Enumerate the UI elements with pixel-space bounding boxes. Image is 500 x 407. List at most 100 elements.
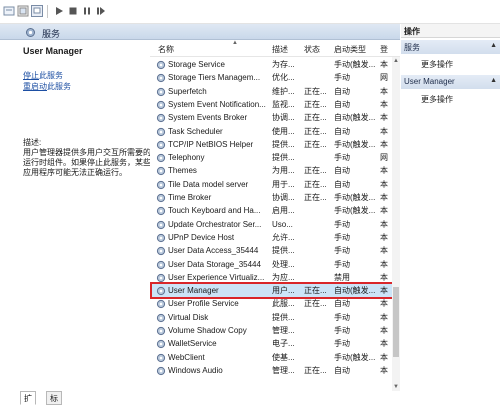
collapse-arrow-icon[interactable]: ▲ <box>490 42 497 49</box>
column-header-name[interactable]: 名称 <box>158 44 174 55</box>
service-description: 为用... <box>272 166 295 176</box>
service-startup-type: 手动(触发... <box>334 139 376 149</box>
actions-section-services[interactable]: 服务 ▲ <box>401 40 500 54</box>
service-logon: 网 <box>380 73 388 83</box>
header-divider <box>150 56 400 57</box>
service-startup-type: 手动 <box>334 219 350 229</box>
table-row[interactable]: Time Broker 协调... 正在... 手动(触发... 本 <box>152 191 392 204</box>
table-row[interactable]: Storage Tiers Managem... 优化... 手动 网 <box>152 71 392 84</box>
table-row[interactable]: Storage Service 为存... 手动(触发... 本 <box>152 58 392 71</box>
table-row[interactable]: Superfetch 维护... 正在... 自动 本 <box>152 85 392 98</box>
service-gear-icon <box>156 113 166 123</box>
table-row[interactable]: Windows Audio 管理... 正在... 自动 本 <box>152 364 392 377</box>
service-name: Themes <box>168 166 197 176</box>
service-description: 允许... <box>272 232 295 242</box>
help-icon[interactable] <box>31 5 43 17</box>
column-header-logon[interactable]: 登 <box>380 44 388 55</box>
service-startup-type: 自动 <box>334 299 350 309</box>
service-logon: 本 <box>380 365 388 375</box>
service-name: Storage Service <box>168 60 225 69</box>
table-row[interactable]: Task Scheduler 使用... 正在... 自动 本 <box>152 125 392 138</box>
service-description: 启用... <box>272 206 295 216</box>
service-gear-icon <box>156 299 166 309</box>
service-description: 管理... <box>272 326 295 335</box>
stop-link-text[interactable]: 停止 <box>23 71 39 80</box>
table-row[interactable]: UPnP Device Host 允许... 手动 本 <box>152 231 392 244</box>
gear-icon <box>25 27 36 40</box>
table-row[interactable]: WalletService 电子... 手动 本 <box>152 337 392 350</box>
service-startup-type: 手动(触发... <box>334 352 376 362</box>
play-icon[interactable] <box>53 5 65 17</box>
vertical-scrollbar[interactable]: ▲ ▼ <box>392 57 400 391</box>
service-description: 提供... <box>272 153 295 163</box>
table-row[interactable]: User Manager 用户... 正在... 自动(触发... 本 <box>150 282 394 300</box>
service-logon: 本 <box>380 139 388 149</box>
service-logon: 本 <box>380 272 388 282</box>
service-description: 管理... <box>272 365 295 375</box>
column-header-status[interactable]: 状态 <box>304 44 320 55</box>
service-logon: 本 <box>380 352 388 362</box>
service-description: 此服... <box>272 299 295 309</box>
actions-section-user-manager[interactable]: User Manager ▲ <box>401 75 500 89</box>
service-name: Windows Audio <box>168 365 223 375</box>
table-row[interactable]: Tile Data model server 用于... 正在... 自动 本 <box>152 178 392 191</box>
table-row[interactable]: User Data Access_35444 提供... 手动 本 <box>152 244 392 257</box>
pause-icon[interactable] <box>81 5 93 17</box>
scrollbar-thumb[interactable] <box>393 287 399 357</box>
table-row[interactable]: Themes 为用... 正在... 自动 本 <box>152 164 392 177</box>
table-row[interactable]: User Profile Service 此服... 正在... 自动 本 <box>152 297 392 310</box>
service-description: 优化... <box>272 73 295 83</box>
service-name: Superfetch <box>168 86 207 96</box>
table-row[interactable]: Virtual Disk 提供... 手动 本 <box>152 311 392 324</box>
service-gear-icon <box>156 127 166 137</box>
services-list: ▲ 名称 描述 状态 启动类型 登 Storage Service 为存... 手动… <box>150 40 400 391</box>
stop-icon[interactable] <box>67 5 79 17</box>
scroll-up-icon[interactable]: ▲ <box>392 57 400 65</box>
table-row[interactable]: TCP/IP NetBIOS Helper 提供... 正在... 手动(触发... 本 <box>152 138 392 151</box>
table-row[interactable]: Volume Shadow Copy 管理... 手动 本 <box>152 324 392 337</box>
service-gear-icon <box>156 366 166 376</box>
table-row[interactable]: Update Orchestrator Ser... Uso... 手动 本 <box>152 218 392 231</box>
service-name: Virtual Disk <box>168 312 209 322</box>
stop-service-link[interactable]: 停止此服务 <box>23 70 63 81</box>
service-description: 电子... <box>272 339 295 349</box>
service-startup-type: 手动 <box>334 246 350 256</box>
column-header-description[interactable]: 描述 <box>272 44 288 55</box>
toolbar <box>0 0 500 24</box>
collapse-arrow-icon[interactable]: ▲ <box>490 77 497 84</box>
column-header-startup-type[interactable]: 启动类型 <box>334 44 366 55</box>
service-gear-icon <box>156 180 166 190</box>
service-name: Time Broker <box>168 193 212 202</box>
service-startup-type: 手动 <box>334 153 350 163</box>
service-description: 使基... <box>272 352 295 362</box>
table-row[interactable]: System Event Notification... 监视... 正在... 自动… <box>152 98 392 111</box>
more-actions-user-manager[interactable]: 更多操作 <box>421 94 453 105</box>
service-logon: 本 <box>380 166 388 176</box>
back-icon[interactable] <box>3 5 15 17</box>
up-icon[interactable] <box>17 5 29 17</box>
table-row[interactable]: System Events Broker 协调... 正在... 自动(触发... 本 <box>152 111 392 124</box>
restart-service-link[interactable]: 重启动此服务 <box>23 81 71 92</box>
service-status: 正在... <box>304 299 327 309</box>
table-row[interactable]: WebClient 使基... 手动(触发... 本 <box>152 351 392 364</box>
service-name: Update Orchestrator Ser... <box>168 219 262 229</box>
service-status: 正在... <box>304 179 327 189</box>
service-gear-icon <box>156 246 166 256</box>
table-row[interactable]: Telephony 提供... 手动 网 <box>152 151 392 164</box>
tab-extended[interactable]: 扩展 <box>20 391 36 405</box>
service-logon: 本 <box>380 312 388 322</box>
tab-standard[interactable]: 标准 <box>46 391 62 405</box>
service-name: WalletService <box>168 339 217 349</box>
service-logon: 本 <box>380 86 388 96</box>
more-actions-services[interactable]: 更多操作 <box>421 59 453 70</box>
restart-icon[interactable] <box>95 5 107 17</box>
table-row[interactable]: User Data Storage_35444 处理... 手动 本 <box>152 258 392 271</box>
service-startup-type: 手动(触发... <box>334 60 376 69</box>
service-gear-icon <box>156 100 166 110</box>
restart-link-text[interactable]: 重启动 <box>23 82 47 91</box>
service-detail-title: User Manager <box>23 46 83 56</box>
scroll-down-icon[interactable]: ▼ <box>392 383 400 391</box>
table-row[interactable]: Touch Keyboard and Ha... 启用... 手动(触发... 本 <box>152 204 392 217</box>
service-logon: 本 <box>380 99 388 109</box>
table-row[interactable]: User Experience Virtualiz... 为应... 禁用 本 <box>152 271 392 284</box>
